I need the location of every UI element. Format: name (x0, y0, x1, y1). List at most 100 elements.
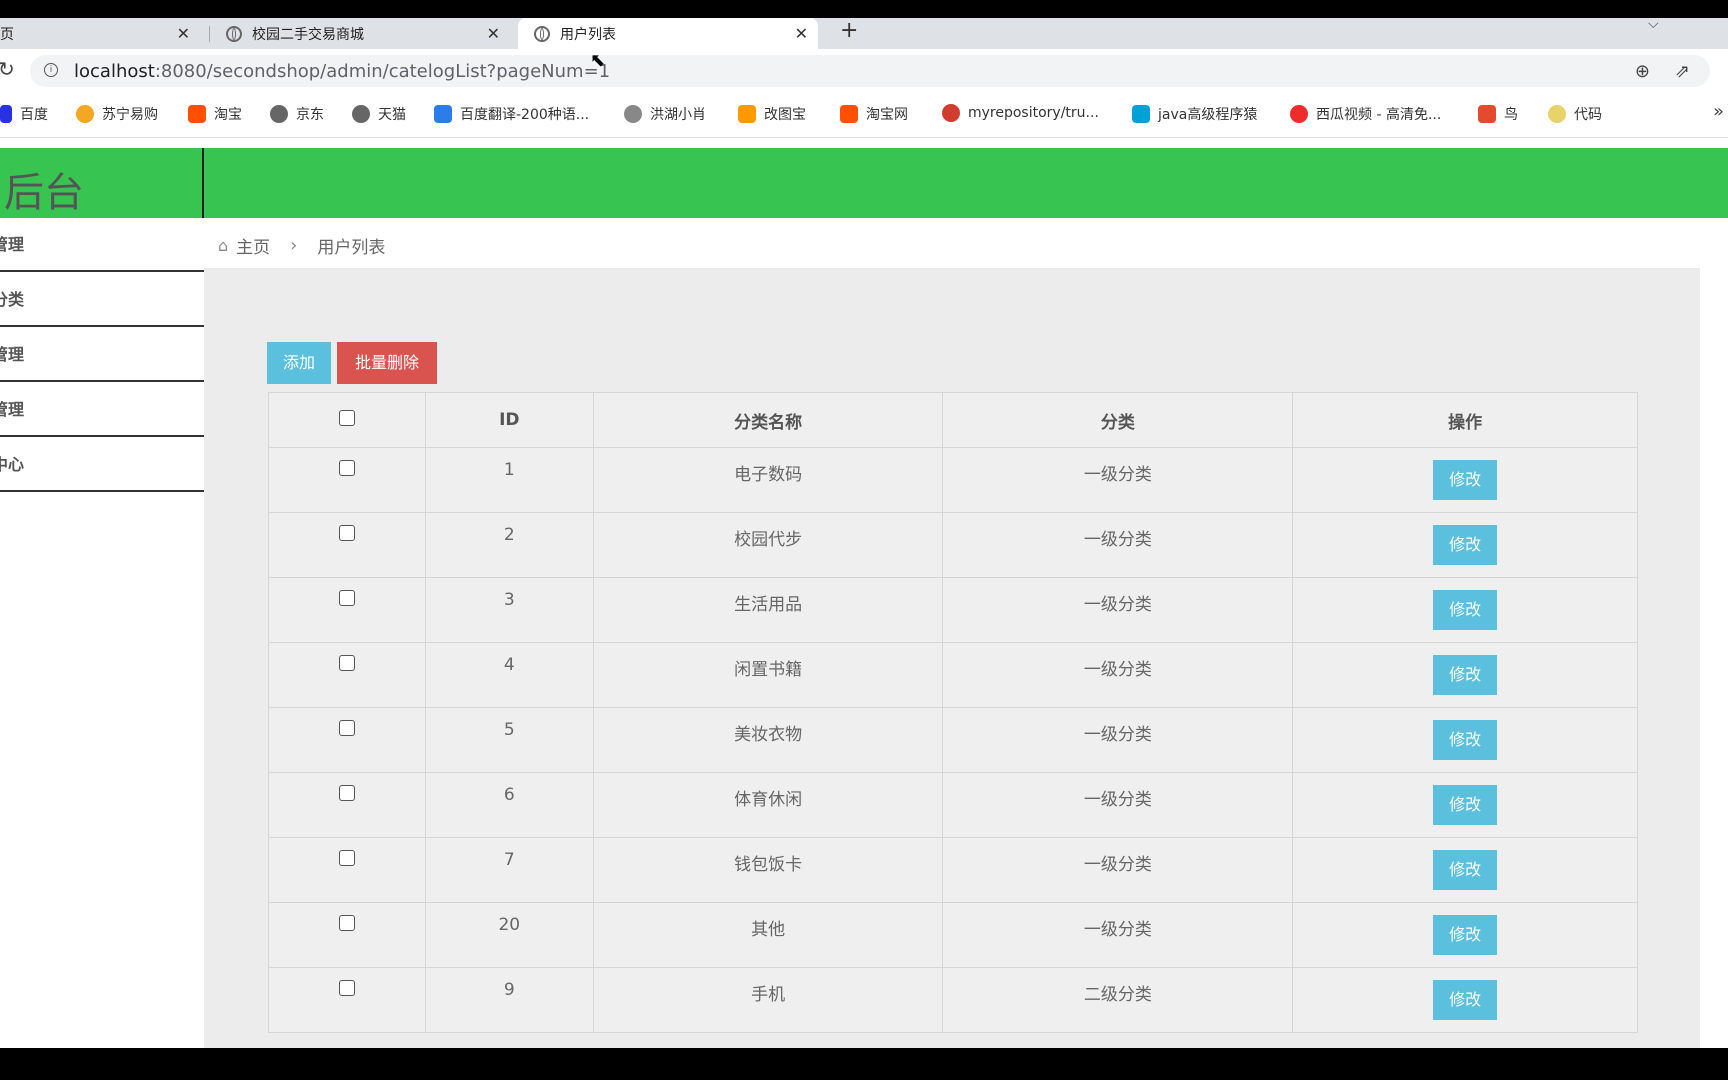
bookmark-item[interactable]: myrepository/tru... (942, 104, 1099, 122)
batch-delete-button[interactable]: 批量删除 (337, 342, 437, 384)
mouse-cursor-icon: ⬉ (590, 50, 606, 71)
row-level: 一级分类 (942, 707, 1294, 773)
edit-button[interactable]: 修改 (1433, 850, 1498, 890)
reload-icon[interactable]: ↻ (0, 57, 15, 81)
edit-button[interactable]: 修改 (1433, 915, 1498, 955)
add-button[interactable]: 添加 (267, 342, 331, 384)
row-actions: 修改 (1292, 837, 1638, 903)
bookmark-item[interactable]: 京东 (270, 104, 324, 124)
bookmark-item[interactable]: 代码 (1548, 104, 1602, 124)
close-icon[interactable]: ✕ (795, 24, 808, 43)
row-checkbox[interactable] (338, 655, 355, 671)
bookmark-item[interactable]: 百度翻译-200种语... (434, 104, 589, 124)
sidebar-item-label: 管理 (0, 400, 25, 419)
row-select-cell (268, 707, 426, 773)
table-row: 5 美妆衣物 一级分类 修改 (268, 707, 1638, 773)
row-checkbox[interactable] (338, 980, 355, 996)
row-name: 闲置书籍 (592, 642, 944, 708)
close-icon[interactable]: ✕ (177, 24, 190, 43)
edit-button[interactable]: 修改 (1433, 980, 1498, 1020)
row-checkbox[interactable] (338, 525, 355, 541)
row-checkbox[interactable] (338, 460, 355, 476)
bookmark-item[interactable]: 洪湖小肖 (624, 104, 706, 124)
bookmark-item[interactable]: 改图宝 (738, 104, 806, 124)
bookmark-label: 洪湖小肖 (650, 107, 706, 123)
admin-app: 后台 管理 分类 管理 管理 中心 ⌂ 主页 › 用户列表 添加 批量删除 (0, 138, 1728, 1048)
bookmark-item[interactable]: java高级程序猿 (1132, 104, 1257, 124)
bookmark-item[interactable]: 天猫 (352, 104, 406, 124)
row-select-cell (268, 837, 426, 903)
sidebar-item-5[interactable]: 中心 (0, 438, 204, 492)
chrome-icon (942, 104, 960, 122)
screen-bottom-band (0, 1048, 1728, 1080)
row-checkbox[interactable] (338, 785, 355, 801)
bookmark-item[interactable]: 淘宝网 (840, 104, 908, 124)
row-checkbox[interactable] (338, 720, 355, 736)
table-row: 9 手机 二级分类 修改 (268, 967, 1638, 1033)
column-header-actions: 操作 (1292, 392, 1638, 448)
bookmark-label: 淘宝 (214, 107, 242, 123)
row-id: 6 (424, 772, 594, 838)
sidebar-item-label: 中心 (0, 455, 25, 474)
edit-button[interactable]: 修改 (1433, 525, 1498, 565)
row-actions: 修改 (1292, 447, 1638, 513)
bookmark-item[interactable]: 百度 (0, 104, 48, 124)
window-top-bar (0, 0, 1728, 18)
row-level: 一级分类 (942, 837, 1294, 903)
more-bookmarks-button[interactable]: » (1713, 101, 1724, 122)
row-name: 体育休闲 (592, 772, 944, 838)
select-all-checkbox[interactable] (338, 409, 355, 426)
url-host: localhost (74, 61, 155, 82)
row-id: 9 (424, 967, 594, 1033)
bookmark-item[interactable]: 苏宁易购 (76, 104, 158, 124)
address-bar-row: ↻ i localhost:8080/secondshop/admin/cate… (0, 49, 1728, 91)
tab-2[interactable]: 校园二手交易商城 ✕ (210, 18, 510, 49)
close-icon[interactable]: ✕ (487, 24, 500, 43)
tab-search-chevron-icon[interactable]: ⌵ (1648, 16, 1659, 32)
bookmark-label: myrepository/tru... (968, 105, 1099, 121)
row-select-cell (268, 577, 426, 643)
sidebar-item-label: 管理 (0, 345, 25, 364)
globe-icon (270, 105, 288, 123)
edit-button[interactable]: 修改 (1433, 720, 1498, 760)
address-input[interactable]: i localhost:8080/secondshop/admin/catelo… (30, 55, 1710, 87)
row-id: 2 (424, 512, 594, 578)
row-checkbox[interactable] (338, 590, 355, 606)
bookmark-label: 苏宁易购 (102, 107, 158, 123)
zoom-icon[interactable]: ⊕ (1635, 61, 1650, 82)
breadcrumb: ⌂ 主页 › 用户列表 (218, 233, 385, 258)
bookmark-label: 鸟 (1504, 107, 1518, 123)
breadcrumb-home[interactable]: 主页 (236, 233, 270, 258)
edit-button[interactable]: 修改 (1433, 590, 1498, 630)
row-level: 二级分类 (942, 967, 1294, 1033)
sidebar-item-3[interactable]: 管理 (0, 328, 204, 382)
site-info-icon[interactable]: i (44, 63, 58, 77)
tab-label: 校园二手交易商城 (252, 26, 364, 43)
sidebar-item-2[interactable]: 分类 (0, 273, 204, 327)
edit-button[interactable]: 修改 (1433, 785, 1498, 825)
new-tab-button[interactable]: + (840, 18, 858, 43)
column-header-name: 分类名称 (592, 392, 944, 448)
bookmark-item[interactable]: 淘宝 (188, 104, 242, 124)
row-actions: 修改 (1292, 967, 1638, 1033)
bookmark-item[interactable]: 鸟 (1478, 104, 1518, 124)
row-checkbox[interactable] (338, 850, 355, 866)
row-level: 一级分类 (942, 642, 1294, 708)
row-checkbox[interactable] (338, 915, 355, 931)
share-icon[interactable]: ⇗ (1675, 61, 1690, 82)
tab-label: 用户列表 (560, 26, 616, 43)
bookmark-item[interactable]: 西瓜视频 - 高清免... (1290, 104, 1441, 124)
url-text[interactable]: localhost:8080/secondshop/admin/catelogL… (74, 61, 610, 82)
sidebar-item-4[interactable]: 管理 (0, 383, 204, 437)
tab-1[interactable]: 页 ✕ (0, 18, 200, 49)
table-row: 20 其他 一级分类 修改 (268, 902, 1638, 968)
edit-button[interactable]: 修改 (1433, 460, 1498, 500)
row-level: 一级分类 (942, 902, 1294, 968)
tab-3-active[interactable]: 用户列表 ✕ (518, 18, 818, 49)
bookmark-label: 代码 (1574, 107, 1602, 123)
brand[interactable]: 后台 (0, 148, 204, 218)
edit-button[interactable]: 修改 (1433, 655, 1498, 695)
taobao-icon (188, 105, 206, 123)
table-row: 7 钱包饭卡 一级分类 修改 (268, 837, 1638, 903)
sidebar-item-1[interactable]: 管理 (0, 218, 204, 272)
